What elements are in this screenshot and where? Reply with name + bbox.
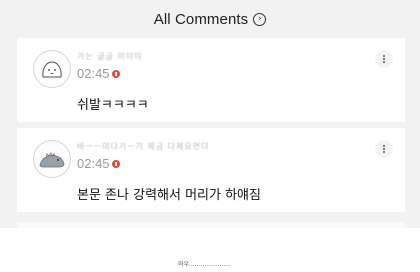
new-badge-icon (111, 69, 120, 78)
caption-text: 와우...................... (178, 261, 231, 268)
comments-header: All Comments › (0, 0, 420, 38)
username-blurred: 바ㅡㅡ미다기ㅡ기 제금 다제요먼다 (77, 142, 210, 151)
comment-card: 가는 글글 미미미 02:45 쉬발ㅋㅋㅋㅋ (17, 38, 405, 122)
comment-text: 쉬발ㅋㅋㅋㅋ (77, 98, 149, 113)
time-text: 02:45 (77, 156, 110, 171)
chevron-right-icon[interactable]: › (253, 12, 267, 26)
page-title: All Comments (153, 10, 249, 28)
username-blurred: 가는 글글 미미미 (77, 52, 143, 61)
more-options-button[interactable] (375, 50, 393, 68)
avatar[interactable] (33, 140, 71, 178)
dinosaur-icon (39, 152, 65, 168)
time-text: 02:45 (77, 66, 110, 81)
blob-face-icon (42, 61, 62, 78)
comment-time: 02:45 (77, 156, 120, 171)
comment-card: 바ㅡㅡ미다기ㅡ기 제금 다제요먼다 02:45 본문 존나 강력해서 머리가 하… (17, 128, 405, 212)
avatar[interactable] (33, 50, 71, 88)
more-vertical-icon (383, 145, 385, 147)
comment-time: 02:45 (77, 66, 120, 81)
more-options-button[interactable] (375, 140, 393, 158)
comment-text: 본문 존나 강력해서 머리가 하얘짐 (77, 188, 261, 203)
caption-area: 와우...................... (0, 228, 420, 272)
more-vertical-icon (383, 55, 385, 57)
new-badge-icon (111, 159, 120, 168)
